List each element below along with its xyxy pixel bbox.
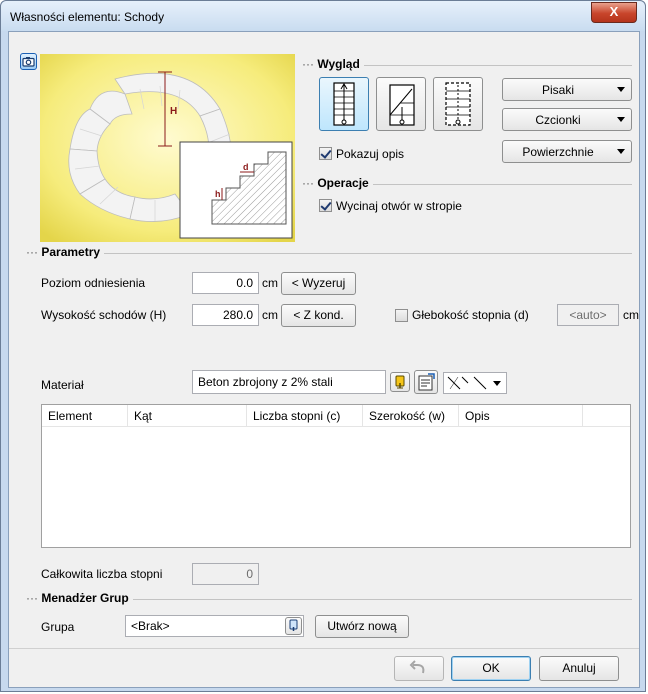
riser-height-h-label: h xyxy=(215,189,221,199)
material-properties-button[interactable] xyxy=(414,370,438,394)
stairs-section-icon xyxy=(389,84,415,126)
footer-divider xyxy=(9,648,639,649)
group-manager-section-title: ··· Menadżer Grup xyxy=(26,591,133,605)
step-depth-unit: cm xyxy=(623,308,639,322)
from-storey-button[interactable]: < Z kond. xyxy=(281,304,356,327)
camera-button[interactable] xyxy=(20,53,37,70)
chevron-down-icon xyxy=(617,149,625,154)
fonts-dropdown[interactable]: Czcionki xyxy=(502,108,632,131)
chevron-down-icon xyxy=(617,87,625,92)
parameters-divider xyxy=(29,253,632,254)
show-description-label: Pokazuj opis xyxy=(336,147,405,161)
height-h-label: H xyxy=(170,106,177,117)
parameters-section-title: ··· Parametry xyxy=(26,245,105,259)
step-depth-checkbox[interactable] xyxy=(395,309,408,322)
undo-icon xyxy=(409,660,425,674)
paint-bucket-icon xyxy=(395,375,405,389)
stairs-plan-icon xyxy=(333,82,355,126)
material-field[interactable]: Beton zbrojony z 2% stali xyxy=(192,370,386,394)
style-option-dashed-plan[interactable] xyxy=(433,77,483,131)
style-option-plan[interactable] xyxy=(319,77,369,131)
create-new-group-button[interactable]: Utwórz nową xyxy=(315,615,409,638)
column-header-angle[interactable]: Kąt xyxy=(128,405,247,427)
pens-dropdown[interactable]: Pisaki xyxy=(502,78,632,101)
segments-table[interactable]: Element Kąt Liczba stopni (c) Szerokość … xyxy=(41,404,631,548)
title-bar[interactable]: Własności elementu: Schody X xyxy=(1,1,645,31)
column-header-filler xyxy=(583,405,630,427)
camera-icon xyxy=(22,57,35,67)
chevron-down-icon xyxy=(617,117,625,122)
cut-opening-label: Wycinaj otwór w stropie xyxy=(336,199,462,213)
group-field[interactable]: <Brak> xyxy=(125,615,304,637)
column-header-description[interactable]: Opis xyxy=(459,405,583,427)
properties-icon xyxy=(418,373,435,391)
operations-section-title: ··· Operacje xyxy=(302,176,373,190)
total-steps-label: Całkowita liczba stopni xyxy=(41,567,163,581)
show-description-checkbox[interactable] xyxy=(319,147,332,160)
hatch-pattern-dropdown[interactable] xyxy=(443,372,507,394)
style-option-section[interactable] xyxy=(376,77,426,131)
hatch-pattern-icon xyxy=(447,376,487,390)
ref-level-unit: cm xyxy=(262,276,278,290)
dialog-body: H d h ··· Wygląd Pisaki Czcionki Powierz… xyxy=(8,31,640,688)
surfaces-dropdown[interactable]: Powierzchnie xyxy=(502,140,632,163)
undo-button[interactable] xyxy=(394,656,444,681)
stairs-height-unit: cm xyxy=(262,308,278,322)
column-header-steps[interactable]: Liczba stopni (c) xyxy=(247,405,363,427)
cut-opening-checkbox[interactable] xyxy=(319,199,332,212)
dialog-window: Własności elementu: Schody X H d h ··· W… xyxy=(0,0,646,692)
column-header-element[interactable]: Element xyxy=(42,405,128,427)
ok-button[interactable]: OK xyxy=(451,656,531,681)
reset-button[interactable]: < Wyzeruj xyxy=(281,272,356,295)
stairs-height-input[interactable]: 280.0 xyxy=(192,304,259,326)
group-label: Grupa xyxy=(41,620,75,634)
stairs-height-label: Wysokość schodów (H) xyxy=(41,308,167,322)
ref-level-label: Poziom odniesienia xyxy=(41,276,146,290)
close-button[interactable]: X xyxy=(591,2,637,23)
ref-level-input[interactable]: 0.0 xyxy=(192,272,259,294)
paint-bucket-icon xyxy=(289,619,298,631)
material-label: Materiał xyxy=(41,378,84,392)
chevron-down-icon xyxy=(493,381,501,386)
stairs-dashed-plan-icon xyxy=(445,82,471,126)
step-depth-label: Głebokość stopnia (d) xyxy=(412,308,529,322)
group-picker-button[interactable] xyxy=(285,617,302,635)
window-title: Własności elementu: Schody xyxy=(10,10,165,24)
column-header-width[interactable]: Szerokość (w) xyxy=(363,405,459,427)
stairs-preview: H d h xyxy=(40,54,295,242)
appearance-section-title: ··· Wygląd xyxy=(302,57,364,71)
step-depth-input[interactable]: <auto> xyxy=(557,304,619,326)
material-picker-button[interactable] xyxy=(390,372,410,392)
cancel-button[interactable]: Anuluj xyxy=(539,656,619,681)
total-steps-field: 0 xyxy=(192,563,259,585)
tread-depth-d-label: d xyxy=(243,162,249,172)
